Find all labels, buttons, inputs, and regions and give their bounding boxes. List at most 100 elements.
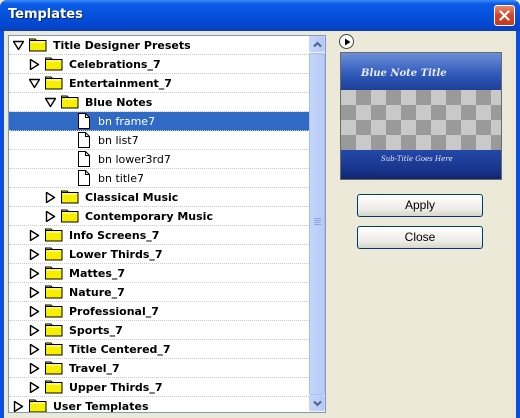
tree-item-label: Lower Thirds_7	[69, 248, 163, 261]
folder-icon	[61, 190, 79, 204]
tree-folder-title-designer-presets[interactable]: Title Designer Presets	[9, 36, 309, 55]
scroll-down-button[interactable]	[309, 395, 325, 411]
tree-item-label: Info Screens_7	[69, 229, 160, 242]
tree-folder-user-templates[interactable]: User Templates	[9, 397, 309, 413]
preview-title-text: Blue Note Title	[361, 68, 447, 79]
triangle-right-icon[interactable]	[13, 401, 24, 412]
tree-rows: Title Designer Presets Celebrations_7 Ente…	[9, 36, 309, 413]
tree-item-label: Celebrations_7	[69, 58, 161, 71]
tree-folder-travel-7[interactable]: Travel_7	[9, 359, 309, 378]
folder-icon	[61, 209, 79, 223]
triangle-right-icon[interactable]	[29, 306, 40, 317]
play-preview-button[interactable]	[339, 34, 354, 49]
close-button[interactable]: Close	[357, 226, 483, 249]
tree-item-label: bn lower3rd7	[98, 153, 171, 166]
tree-item-label: Mattes_7	[69, 267, 126, 280]
document-icon	[78, 113, 90, 129]
chevron-up-icon	[313, 41, 322, 48]
play-icon	[345, 38, 351, 46]
tree-folder-blue-notes[interactable]: Blue Notes	[9, 93, 309, 112]
tree-folder-entertainment-7[interactable]: Entertainment_7	[9, 74, 309, 93]
folder-icon	[45, 380, 63, 394]
template-tree[interactable]: Title Designer Presets Celebrations_7 Ente…	[8, 35, 326, 413]
folder-icon	[29, 38, 47, 52]
folder-icon	[45, 76, 63, 90]
apply-button[interactable]: Apply	[357, 194, 483, 217]
triangle-right-icon[interactable]	[29, 268, 40, 279]
tree-folder-professional-7[interactable]: Professional_7	[9, 302, 309, 321]
folder-icon	[45, 342, 63, 356]
tree-folder-classical-music[interactable]: Classical Music	[9, 188, 309, 207]
tree-item-label: Title Centered_7	[69, 343, 171, 356]
scroll-grip	[314, 218, 321, 226]
tree-item-label: Contemporary Music	[85, 210, 213, 223]
folder-icon	[45, 285, 63, 299]
scroll-up-button[interactable]	[309, 36, 325, 52]
tree-item-label: Travel_7	[69, 362, 120, 375]
dialog-body: Title Designer Presets Celebrations_7 Ente…	[4, 31, 516, 418]
vertical-scrollbar[interactable]	[309, 36, 325, 412]
folder-icon	[29, 399, 47, 412]
tree-item-label: bn frame7	[98, 115, 156, 128]
tree-item-label: Title Designer Presets	[53, 39, 191, 52]
tree-item-label: Nature_7	[69, 286, 125, 299]
folder-icon	[61, 95, 79, 109]
triangle-right-icon[interactable]	[29, 363, 40, 374]
triangle-down-icon[interactable]	[13, 40, 24, 51]
tree-file-bn-lower3rd7[interactable]: bn lower3rd7	[9, 150, 309, 169]
triangle-right-icon[interactable]	[45, 192, 56, 203]
folder-icon	[45, 361, 63, 375]
close-window-button[interactable]	[494, 5, 515, 26]
triangle-right-icon[interactable]	[45, 211, 56, 222]
tree-folder-contemporary-music[interactable]: Contemporary Music	[9, 207, 309, 226]
document-icon	[78, 170, 90, 186]
tree-item-label: User Templates	[53, 400, 149, 413]
folder-icon	[45, 57, 63, 71]
tree-item-label: Entertainment_7	[69, 77, 172, 90]
triangle-right-icon[interactable]	[29, 230, 40, 241]
tree-item-label: Sports_7	[69, 324, 123, 337]
triangle-right-icon[interactable]	[29, 59, 40, 70]
tree-folder-sports-7[interactable]: Sports_7	[9, 321, 309, 340]
document-icon	[78, 151, 90, 167]
triangle-right-icon[interactable]	[29, 344, 40, 355]
tree-folder-nature-7[interactable]: Nature_7	[9, 283, 309, 302]
folder-icon	[45, 247, 63, 261]
window-title: Templates	[8, 7, 83, 22]
tree-file-bn-list7[interactable]: bn list7	[9, 131, 309, 150]
preview-title-band: Blue Note Title	[341, 53, 501, 90]
triangle-right-icon[interactable]	[29, 287, 40, 298]
tree-item-label: bn list7	[98, 134, 139, 147]
tree-folder-mattes-7[interactable]: Mattes_7	[9, 264, 309, 283]
tree-item-label: Classical Music	[85, 191, 179, 204]
tree-item-label: bn title7	[98, 172, 144, 185]
triangle-down-icon[interactable]	[45, 97, 56, 108]
triangle-right-icon[interactable]	[29, 382, 40, 393]
scroll-thumb[interactable]	[309, 53, 325, 395]
tree-item-label: Upper Thirds_7	[69, 381, 163, 394]
preview-subtitle-band: Sub-Title Goes Here	[341, 150, 501, 179]
tree-folder-upper-thirds-7[interactable]: Upper Thirds_7	[9, 378, 309, 397]
preview-subtitle-text: Sub-Title Goes Here	[381, 155, 453, 163]
triangle-right-icon[interactable]	[29, 249, 40, 260]
triangle-right-icon[interactable]	[29, 325, 40, 336]
tree-item-label: Professional_7	[69, 305, 159, 318]
template-preview: Blue Note Title Sub-Title Goes Here	[340, 52, 502, 180]
templates-window: Templates Title Designer Presets Celebrat…	[0, 0, 520, 418]
tree-file-bn-frame7[interactable]: bn frame7	[9, 112, 309, 131]
folder-icon	[45, 228, 63, 242]
chevron-down-icon	[313, 400, 322, 407]
close-icon	[499, 10, 510, 21]
tree-folder-lower-thirds-7[interactable]: Lower Thirds_7	[9, 245, 309, 264]
document-icon	[78, 132, 90, 148]
tree-folder-celebrations-7[interactable]: Celebrations_7	[9, 55, 309, 74]
preview-transparent-area	[341, 90, 501, 150]
tree-folder-title-centered-7[interactable]: Title Centered_7	[9, 340, 309, 359]
tree-folder-info-screens-7[interactable]: Info Screens_7	[9, 226, 309, 245]
folder-icon	[45, 323, 63, 337]
triangle-down-icon[interactable]	[29, 78, 40, 89]
folder-icon	[45, 304, 63, 318]
tree-file-bn-title7[interactable]: bn title7	[9, 169, 309, 188]
title-bar[interactable]: Templates	[0, 0, 520, 31]
tree-item-label: Blue Notes	[85, 96, 153, 109]
